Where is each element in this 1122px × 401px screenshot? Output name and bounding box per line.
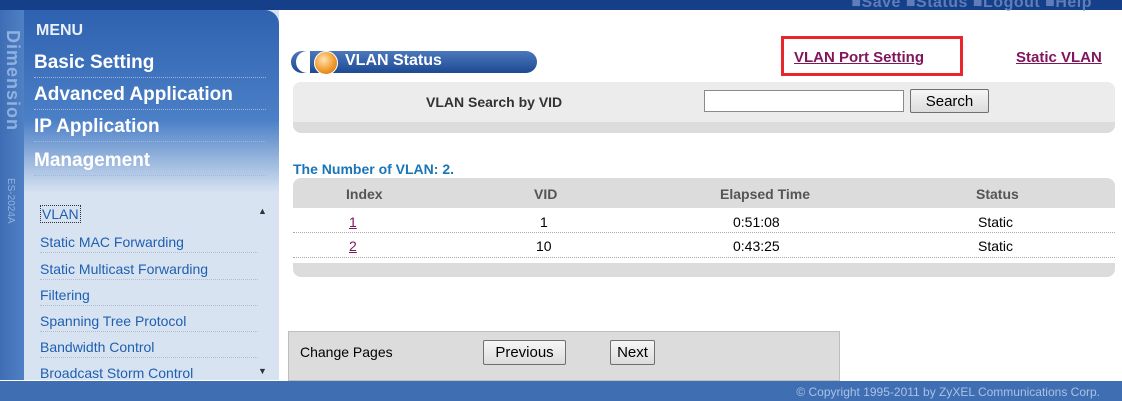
row-status: Static [978,214,1014,230]
vlan-port-setting-link[interactable]: VLAN Port Setting [794,49,924,66]
orb-icon [314,51,338,75]
row-index-link[interactable]: 2 [349,238,357,254]
menu-item-management[interactable]: Management [34,150,266,176]
menu-title: MENU [36,22,84,39]
vlan-count: The Number of VLAN: 2. [293,161,455,177]
brand-model: ES-2024A [5,178,16,224]
previous-button[interactable]: Previous [483,340,566,365]
scroll-down-arrow-icon[interactable]: ▼ [258,366,267,376]
column-header-status: Status [976,186,1019,202]
submenu-item-bandwidth-control[interactable]: Bandwidth Control [40,339,258,358]
menu-item-ip-application[interactable]: IP Application [34,116,266,142]
column-header-elapsed-time: Elapsed Time [720,186,811,202]
submenu-item-static-mac-forwarding[interactable]: Static MAC Forwarding [40,234,258,253]
vid-search-input[interactable] [704,90,904,112]
page-title: VLAN Status [345,52,442,69]
submenu-item-label: VLAN [40,205,81,223]
row-elapsed-time: 0:43:25 [733,238,780,254]
scroll-up-arrow-icon[interactable]: ▲ [258,206,267,216]
row-status: Static [978,238,1014,254]
row-vid: 1 [540,214,548,230]
menu-item-basic-setting[interactable]: Basic Setting [34,52,266,78]
submenu-item-vlan[interactable]: VLAN [40,205,258,224]
column-header-index: Index [346,186,383,202]
static-vlan-link[interactable]: Static VLAN [1016,49,1102,66]
column-header-vid: VID [534,186,558,202]
brand-name: Dimension [3,30,23,132]
menu-item-advanced-application[interactable]: Advanced Application [34,84,266,110]
search-button[interactable]: Search [910,89,989,113]
submenu-item-static-multicast-forwarding[interactable]: Static Multicast Forwarding [40,261,258,280]
top-links[interactable]: ■Save ■Status ■Logout ■Help [851,0,1092,12]
copyright-text: © Copyright 1995-2011 by ZyXEL Communica… [796,385,1100,399]
pager-label: Change Pages [300,344,393,360]
brand-strip: Dimension ES-2024A [0,10,24,380]
footer-bar: © Copyright 1995-2011 by ZyXEL Communica… [0,381,1122,401]
submenu-item-filtering[interactable]: Filtering [40,287,258,306]
row-elapsed-time: 0:51:08 [733,214,780,230]
row-vid: 10 [536,238,552,254]
sidebar-menu: MENU Basic Setting Advanced Application … [24,10,279,381]
search-label: VLAN Search by VID [426,94,563,110]
submenu-item-spanning-tree-protocol[interactable]: Spanning Tree Protocol [40,313,258,332]
next-button[interactable]: Next [610,340,655,365]
row-index-link[interactable]: 1 [349,214,357,230]
